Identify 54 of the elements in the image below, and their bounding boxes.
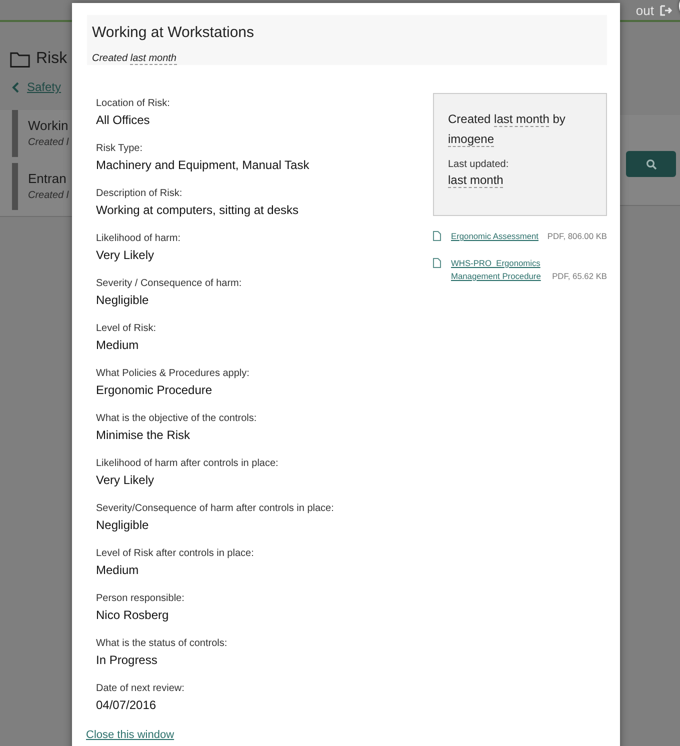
field-value: In Progress (96, 653, 158, 667)
field-value: Negligible (96, 518, 150, 532)
item-marker (12, 163, 18, 210)
attachment-meta: PDF, 65.62 KB (552, 270, 607, 283)
field-value: All Offices (96, 113, 151, 127)
attachment-meta: PDF, 806.00 KB (547, 230, 607, 243)
field-value: 04/07/2016 (96, 698, 158, 712)
field-label: Likelihood of harm: (96, 233, 182, 244)
field-value: Very Likely (96, 473, 156, 487)
item-subtitle: Created l (28, 190, 69, 201)
field-label: Likelihood of harm after controls in place: (96, 458, 280, 469)
attachment-link[interactable]: WHS-PRO_Ergonomics Management Procedure (451, 257, 548, 283)
search-icon (646, 158, 656, 170)
field-label: Severity / Consequence of harm: (96, 278, 243, 289)
item-title[interactable]: Entran (28, 171, 69, 186)
attachment-link[interactable]: Ergonomic Assessment (451, 230, 544, 243)
field-label: Date of next review: (96, 683, 186, 694)
field-label: What is the status of controls: (96, 638, 228, 649)
page-title: Risk (36, 50, 68, 68)
field-value: Medium (96, 563, 140, 577)
field-label: What is the objective of the controls: (96, 413, 258, 424)
item-marker (12, 110, 18, 157)
created-note: Created last month (92, 53, 178, 64)
back-chevron-icon[interactable] (12, 82, 19, 92)
field-value: Very Likely (96, 248, 156, 262)
breadcrumb-link[interactable]: Safety (27, 80, 62, 94)
field-label: Level of Risk: (96, 323, 158, 334)
file-icon (433, 231, 441, 241)
logout-link[interactable]: out (636, 2, 654, 18)
modal-title: Working at Workstations (92, 24, 256, 41)
search-button[interactable] (626, 151, 676, 177)
item-title[interactable]: Workin (28, 118, 69, 133)
field-label: What Policies & Procedures apply: (96, 368, 250, 379)
logout-icon[interactable] (660, 4, 672, 16)
field-label: Location of Risk: (96, 98, 171, 109)
folder-icon (10, 50, 30, 68)
field-value: Negligible (96, 293, 150, 307)
field-label: Description of Risk: (96, 188, 184, 199)
field-label: Person responsible: (96, 593, 186, 604)
field-label: Severity/Consequence of harm after controls in place: (96, 503, 334, 514)
field-value: Medium (96, 338, 140, 352)
field-value: Minimise the Risk (96, 428, 192, 442)
updated-value: last month (448, 172, 504, 190)
file-icon (433, 258, 441, 268)
field-value: Machinery and Equipment, Manual Task (96, 158, 310, 172)
field-value: Working at computers, sitting at desks (96, 203, 300, 217)
created-info: Created last month by imogene (448, 111, 566, 149)
updated-label: Last updated: (448, 159, 510, 170)
close-window-link[interactable]: Close this window (86, 729, 174, 741)
field-label: Risk Type: (96, 143, 144, 154)
field-label: Level of Risk after controls in place: (96, 548, 255, 559)
field-value: Ergonomic Procedure (96, 383, 214, 397)
field-value: Nico Rosberg (96, 608, 170, 622)
item-subtitle: Created l (28, 137, 69, 148)
